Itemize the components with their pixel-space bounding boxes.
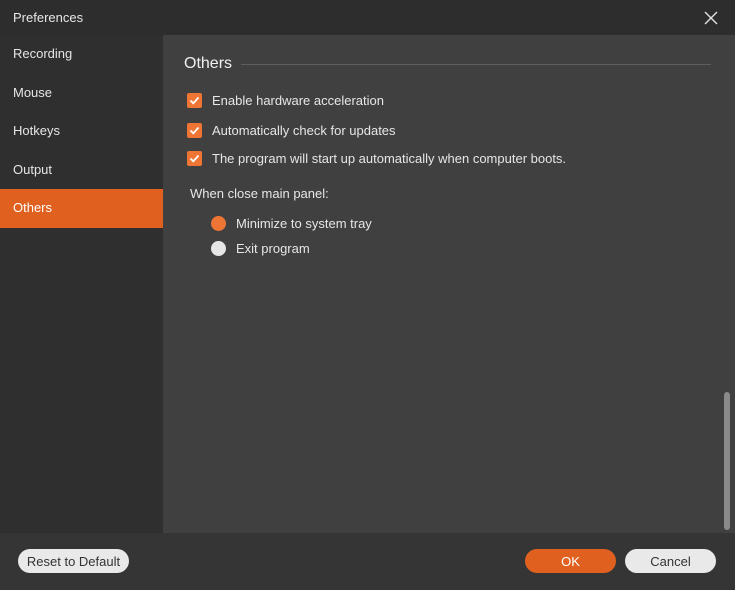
auto-start-checkbox[interactable] <box>187 151 202 166</box>
close-button[interactable] <box>697 4 725 32</box>
check-updates-label: Automatically check for updates <box>212 123 396 138</box>
hardware-acceleration-checkbox[interactable] <box>187 93 202 108</box>
hardware-acceleration-label: Enable hardware acceleration <box>212 93 384 108</box>
sidebar: Recording Mouse Hotkeys Output Others <box>0 35 163 533</box>
reset-to-default-button[interactable]: Reset to Default <box>18 549 129 573</box>
checkmark-icon <box>189 126 200 135</box>
sidebar-item-mouse[interactable]: Mouse <box>0 74 163 113</box>
footer-bar: Reset to Default OK Cancel <box>0 533 735 590</box>
section-divider <box>241 64 711 65</box>
exit-program-option[interactable]: Exit program <box>211 241 310 256</box>
section-title: Others <box>184 55 233 72</box>
content-panel: Others Enable hardware acceleration Auto… <box>163 35 735 533</box>
minimize-tray-label: Minimize to system tray <box>236 216 372 231</box>
auto-start-option[interactable]: The program will start up automatically … <box>187 151 566 166</box>
close-icon <box>704 11 718 25</box>
sidebar-item-hotkeys[interactable]: Hotkeys <box>0 112 163 151</box>
sidebar-item-others[interactable]: Others <box>0 189 163 228</box>
minimize-tray-radio[interactable] <box>211 216 226 231</box>
scrollbar-thumb[interactable] <box>724 392 730 530</box>
auto-start-label: The program will start up automatically … <box>212 151 567 166</box>
ok-button[interactable]: OK <box>525 549 616 573</box>
check-updates-checkbox[interactable] <box>187 123 202 138</box>
check-updates-option[interactable]: Automatically check for updates <box>187 123 396 138</box>
close-panel-label: When close main panel: <box>190 186 329 201</box>
sidebar-item-recording[interactable]: Recording <box>0 35 163 74</box>
exit-program-label: Exit program <box>236 241 310 256</box>
hardware-acceleration-option[interactable]: Enable hardware acceleration <box>187 93 384 108</box>
window-title: Preferences <box>13 10 84 25</box>
cancel-button[interactable]: Cancel <box>625 549 716 573</box>
sidebar-item-output[interactable]: Output <box>0 151 163 190</box>
exit-program-radio[interactable] <box>211 241 226 256</box>
title-bar: Preferences <box>0 0 735 35</box>
checkmark-icon <box>189 96 200 105</box>
minimize-tray-option[interactable]: Minimize to system tray <box>211 216 372 231</box>
checkmark-icon <box>189 154 200 163</box>
